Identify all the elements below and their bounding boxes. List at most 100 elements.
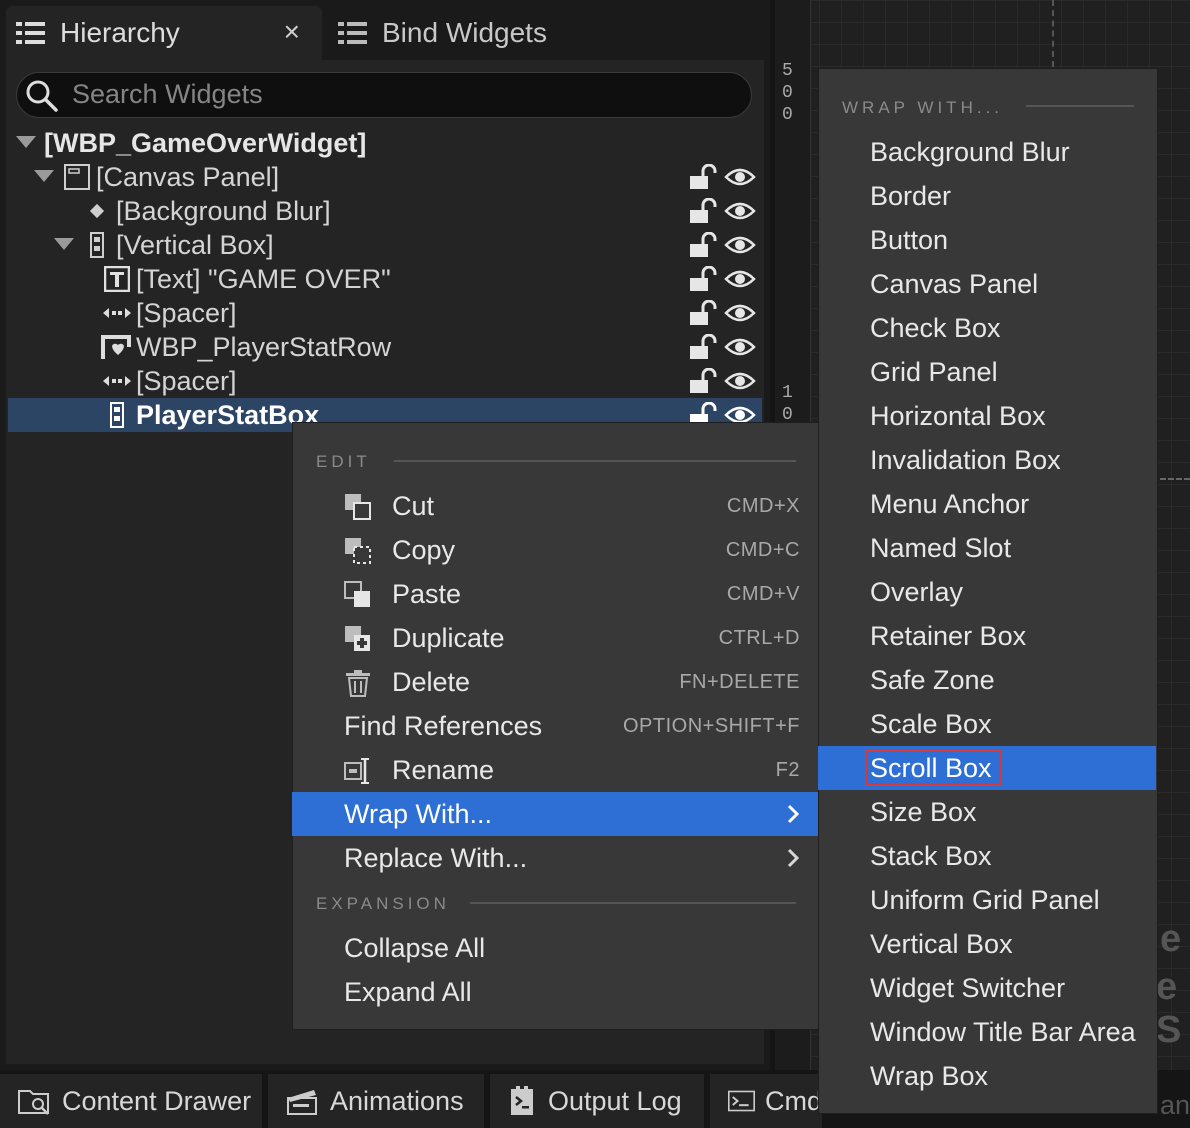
- chevron-right-icon: [787, 804, 800, 824]
- eye-icon[interactable]: [724, 268, 756, 290]
- menu-item-duplicate[interactable]: Duplicate CTRL+D: [292, 616, 818, 660]
- submenu-item[interactable]: Named Slot: [818, 526, 1156, 570]
- trash-icon: [346, 670, 370, 697]
- eye-icon[interactable]: [724, 336, 756, 358]
- menu-item-replace-with[interactable]: Replace With...: [292, 836, 818, 880]
- ruler-label: 1: [782, 383, 793, 403]
- unlock-icon[interactable]: [690, 164, 718, 190]
- submenu-item[interactable]: Grid Panel: [818, 350, 1156, 394]
- tree-item-root[interactable]: [WBP_GameOverWidget]: [8, 126, 762, 160]
- collapse-triangle-icon[interactable]: [16, 136, 36, 148]
- submenu-item[interactable]: Stack Box: [818, 834, 1156, 878]
- menu-item-find-references[interactable]: Find References OPTION+SHIFT+F: [292, 704, 818, 748]
- submenu-item-label: Scroll Box: [870, 753, 992, 783]
- ruler-label: 0: [782, 83, 793, 103]
- submenu-item[interactable]: Check Box: [818, 306, 1156, 350]
- unlock-icon[interactable]: [690, 368, 718, 394]
- submenu-item-label: Vertical Box: [870, 929, 1013, 959]
- paste-icon: [344, 581, 370, 607]
- unlock-icon[interactable]: [690, 266, 718, 292]
- tree-item-vertical-box[interactable]: [Vertical Box]: [8, 228, 762, 262]
- submenu-item[interactable]: Menu Anchor: [818, 482, 1156, 526]
- unlock-icon[interactable]: [690, 198, 718, 224]
- menu-item-expand-all[interactable]: Expand All: [292, 970, 818, 1014]
- submenu-item[interactable]: Uniform Grid Panel: [818, 878, 1156, 922]
- menu-item-label: Delete: [392, 667, 471, 697]
- submenu-item[interactable]: Border: [818, 174, 1156, 218]
- unlock-icon[interactable]: [690, 334, 718, 360]
- viewport-guide-line: [1160, 478, 1190, 480]
- submenu-item[interactable]: Wrap Box: [818, 1054, 1156, 1098]
- submenu-item-label: Check Box: [870, 313, 1001, 343]
- menu-item-paste[interactable]: Paste CMD+V: [292, 572, 818, 616]
- tree-item-text[interactable]: [Text] "GAME OVER": [8, 262, 762, 296]
- tree-item-label: [Spacer]: [136, 366, 237, 396]
- output-log-label: Output Log: [548, 1085, 682, 1116]
- shortcut-label: FN+DELETE: [679, 671, 800, 693]
- output-log-button[interactable]: Output Log: [490, 1074, 704, 1128]
- divider: [470, 902, 796, 904]
- menu-item-delete[interactable]: Delete FN+DELETE: [292, 660, 818, 704]
- canvas-panel-icon: [64, 164, 90, 190]
- cmd-button[interactable]: Cmd: [710, 1074, 822, 1128]
- submenu-item[interactable]: Overlay: [818, 570, 1156, 614]
- menu-item-label: Rename: [392, 755, 495, 785]
- menu-item-collapse-all[interactable]: Collapse All: [292, 926, 818, 970]
- unlock-icon[interactable]: [690, 232, 718, 258]
- tree-item-spacer[interactable]: [Spacer]: [8, 364, 762, 398]
- eye-icon[interactable]: [724, 166, 756, 188]
- submenu-item[interactable]: Size Box: [818, 790, 1156, 834]
- search-icon: [26, 80, 58, 112]
- content-drawer-button[interactable]: Content Drawer: [0, 1074, 262, 1128]
- eye-icon[interactable]: [724, 200, 756, 222]
- ruler-label: 5: [782, 61, 793, 81]
- submenu-item[interactable]: Horizontal Box: [818, 394, 1156, 438]
- divider: [1026, 105, 1134, 107]
- submenu-item[interactable]: Canvas Panel: [818, 262, 1156, 306]
- menu-item-cut[interactable]: Cut CMD+X: [292, 484, 818, 528]
- collapse-triangle-icon[interactable]: [54, 238, 74, 250]
- tree-item-label: [Spacer]: [136, 298, 237, 328]
- menu-item-label: Paste: [392, 579, 462, 609]
- menu-item-label: Expand All: [344, 977, 472, 1007]
- submenu-item[interactable]: Vertical Box: [818, 922, 1156, 966]
- submenu-item[interactable]: Background Blur: [818, 130, 1156, 174]
- submenu-item-scroll-box[interactable]: Scroll Box: [818, 746, 1156, 790]
- submenu-item-label: Background Blur: [870, 137, 1070, 167]
- submenu-item-label: Overlay: [870, 577, 964, 607]
- eye-icon[interactable]: [724, 370, 756, 392]
- menu-item-label: Find References: [344, 711, 543, 741]
- eye-icon[interactable]: [724, 302, 756, 324]
- spacer-icon: [103, 376, 131, 386]
- close-icon[interactable]: ×: [284, 16, 300, 48]
- tab-hierarchy[interactable]: Hierarchy ×: [6, 6, 322, 60]
- tree-item-background-blur[interactable]: [Background Blur]: [8, 194, 762, 228]
- submenu-item[interactable]: Widget Switcher: [818, 966, 1156, 1010]
- menu-item-wrap-with[interactable]: Wrap With...: [292, 792, 818, 836]
- shortcut-label: CMD+X: [726, 495, 800, 517]
- submenu-item[interactable]: Scale Box: [818, 702, 1156, 746]
- submenu-item[interactable]: Window Title Bar Area: [818, 1010, 1156, 1054]
- submenu-item[interactable]: Invalidation Box: [818, 438, 1156, 482]
- submenu-item-label: Grid Panel: [870, 357, 998, 387]
- unlock-icon[interactable]: [690, 300, 718, 326]
- tab-bind-widgets[interactable]: Bind Widgets: [330, 6, 650, 60]
- collapse-triangle-icon[interactable]: [34, 170, 54, 182]
- eye-icon[interactable]: [724, 234, 756, 256]
- terminal-icon: [728, 1090, 755, 1112]
- animations-button[interactable]: Animations: [268, 1074, 484, 1128]
- submenu-item[interactable]: Button: [818, 218, 1156, 262]
- vertical-box-icon: [90, 232, 104, 258]
- search-input[interactable]: [72, 76, 732, 112]
- tree-item-spacer[interactable]: [Spacer]: [8, 296, 762, 330]
- copy-icon: [345, 538, 371, 564]
- submenu-item[interactable]: Retainer Box: [818, 614, 1156, 658]
- submenu-item-label: Menu Anchor: [870, 489, 1030, 519]
- vertical-box-icon: [110, 402, 124, 428]
- tree-item-player-stat-row[interactable]: WBP_PlayerStatRow: [8, 330, 762, 364]
- menu-item-rename[interactable]: Rename F2: [292, 748, 818, 792]
- submenu-item[interactable]: Safe Zone: [818, 658, 1156, 702]
- tree-item-canvas-panel[interactable]: [Canvas Panel]: [8, 160, 762, 194]
- menu-item-copy[interactable]: Copy CMD+C: [292, 528, 818, 572]
- shortcut-label: CTRL+D: [718, 627, 800, 649]
